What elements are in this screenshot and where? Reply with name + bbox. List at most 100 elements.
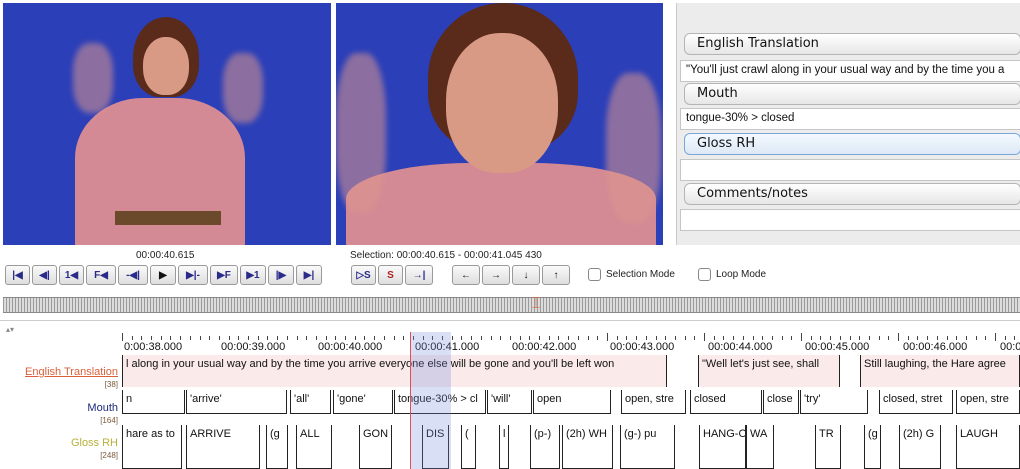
next-frame-button[interactable]: |▶ xyxy=(268,265,294,285)
playhead-cursor[interactable] xyxy=(410,332,411,469)
tier-header-gloss-rh[interactable]: Gloss RH xyxy=(684,133,1020,155)
ruler-label: 00:00:45.000 xyxy=(805,341,870,353)
annotation[interactable]: (p-) xyxy=(530,425,560,469)
ruler-label: 00:00:42.000 xyxy=(512,341,577,353)
crosshair-marker-icon[interactable]: ⌶ xyxy=(530,293,542,315)
annotation[interactable]: 'try' xyxy=(800,390,868,414)
tier-label-english-translation[interactable]: English Translation xyxy=(0,366,118,378)
selection-boundary-button[interactable]: →| xyxy=(405,265,433,285)
annotation[interactable]: open, stre xyxy=(956,390,1020,414)
ruler-tick xyxy=(723,336,724,340)
selection-mode-checkbox[interactable] xyxy=(588,268,601,281)
ruler-tick xyxy=(151,336,152,340)
annotation[interactable]: (2h) WH xyxy=(562,425,613,469)
annotation[interactable]: 'all' xyxy=(290,390,331,414)
prev-selection-button[interactable]: -◀| xyxy=(118,265,148,285)
tier-count-mouth: [164] xyxy=(100,416,118,425)
annotation[interactable]: n xyxy=(122,390,185,414)
ruler-tick xyxy=(859,336,860,340)
ruler-tick xyxy=(985,336,986,340)
tier-header-comments-notes[interactable]: Comments/notes xyxy=(684,183,1020,205)
ruler-tick xyxy=(316,336,317,340)
annotation[interactable]: (g xyxy=(266,425,288,469)
annotation[interactable]: l xyxy=(499,425,509,469)
ruler-tick xyxy=(248,336,249,340)
go-to-end-button[interactable]: ▶| xyxy=(296,265,322,285)
annotation[interactable]: "Well let's just see, shall xyxy=(698,355,840,387)
annotation[interactable]: open, stre xyxy=(621,390,686,414)
ruler-tick xyxy=(675,336,676,340)
ruler-tick xyxy=(782,336,783,340)
ruler-tick xyxy=(898,333,899,341)
ruler-tick xyxy=(704,333,705,341)
annotation[interactable]: (g-) pu xyxy=(620,425,675,469)
ruler-tick xyxy=(685,336,686,340)
tier-value-comments-notes[interactable] xyxy=(680,209,1020,231)
annotation[interactable]: l along in your usual way and by the tim… xyxy=(122,355,667,387)
annotation[interactable]: LAUGH xyxy=(956,425,1020,469)
ruler-tick xyxy=(491,336,492,340)
annotation[interactable]: 'will' xyxy=(487,390,532,414)
ruler-tick xyxy=(209,336,210,340)
arrow-up-button[interactable]: ↑ xyxy=(542,265,570,285)
arrow-left-button[interactable]: ← xyxy=(452,265,480,285)
annotation[interactable]: ( xyxy=(461,425,476,469)
ruler-tick xyxy=(597,336,598,340)
arrow-right-button[interactable]: → xyxy=(482,265,510,285)
annotation[interactable]: GON xyxy=(359,425,392,469)
tier-value-mouth[interactable]: tongue-30% > closed xyxy=(680,108,1020,130)
tier-header-mouth[interactable]: Mouth xyxy=(684,83,1020,105)
ruler-tick xyxy=(995,333,996,341)
play-button[interactable]: ▶ xyxy=(150,265,176,285)
play-selection-button[interactable]: ▷S xyxy=(351,265,376,285)
annotation[interactable]: open xyxy=(533,390,611,414)
annotation[interactable]: close xyxy=(763,390,799,414)
annotation[interactable]: (g xyxy=(864,425,881,469)
prev-f-button[interactable]: F◀ xyxy=(86,265,116,285)
go-to-begin-button[interactable]: |◀ xyxy=(5,265,30,285)
loop-mode-checkbox[interactable] xyxy=(698,268,711,281)
annotation[interactable]: closed xyxy=(690,390,762,414)
ruler-tick xyxy=(384,336,385,340)
ruler-tick xyxy=(626,336,627,340)
ruler-tick xyxy=(694,336,695,340)
next-f-button[interactable]: ▶F xyxy=(210,265,238,285)
annotation[interactable]: (2h) G xyxy=(899,425,941,469)
timeline-overview-strip[interactable] xyxy=(3,297,1020,313)
ruler-label: 00:00:40.000 xyxy=(318,341,383,353)
next-selection-button[interactable]: ▶|- xyxy=(178,265,208,285)
clear-selection-button[interactable]: S xyxy=(378,265,403,285)
collapse-icon[interactable]: ▴▾ xyxy=(6,325,14,334)
tier-header-english-translation[interactable]: English Translation xyxy=(684,33,1020,55)
annotation[interactable]: WA xyxy=(746,425,774,469)
next-one-button[interactable]: ▶1 xyxy=(240,265,266,285)
ruler-tick xyxy=(646,336,647,340)
arrow-down-button[interactable]: ↓ xyxy=(512,265,540,285)
annotation[interactable]: Still laughing, the Hare agree xyxy=(860,355,1020,387)
annotation[interactable]: hare as to xyxy=(122,425,182,469)
tier-label-mouth[interactable]: Mouth xyxy=(0,402,118,414)
tier-label-gloss-rh[interactable]: Gloss RH xyxy=(0,437,118,449)
tier-value-gloss-rh[interactable] xyxy=(680,159,1020,181)
ruler-tick xyxy=(277,336,278,340)
annotation[interactable]: HANG-O xyxy=(699,425,746,469)
previous-frame-start-button[interactable]: ◀| xyxy=(32,265,57,285)
ruler-tick xyxy=(238,336,239,340)
ruler-tick xyxy=(578,336,579,340)
annotation[interactable]: 'arrive' xyxy=(186,390,287,414)
prev-one-button[interactable]: 1◀ xyxy=(59,265,84,285)
annotation[interactable]: ALL xyxy=(296,425,332,469)
annotation[interactable]: closed, stret xyxy=(879,390,953,414)
selection-mode-label: Selection Mode xyxy=(606,269,675,280)
annotation[interactable]: 'gone' xyxy=(333,390,393,414)
annotation[interactable]: TR xyxy=(815,425,841,469)
tier-value-english-translation[interactable]: "You'll just crawl along in your usual w… xyxy=(680,60,1020,82)
ruler-tick xyxy=(947,336,948,340)
ruler-tick xyxy=(956,336,957,340)
ruler-label: 00:00 xyxy=(1000,341,1020,353)
tier-row-mouth: n'arrive''all''gone' tongue-30% > cl'will… xyxy=(122,390,1020,414)
ruler-tick xyxy=(772,336,773,340)
annotation[interactable]: ARRIVE xyxy=(186,425,260,469)
ruler-tick xyxy=(714,336,715,340)
ruler-tick xyxy=(830,336,831,340)
